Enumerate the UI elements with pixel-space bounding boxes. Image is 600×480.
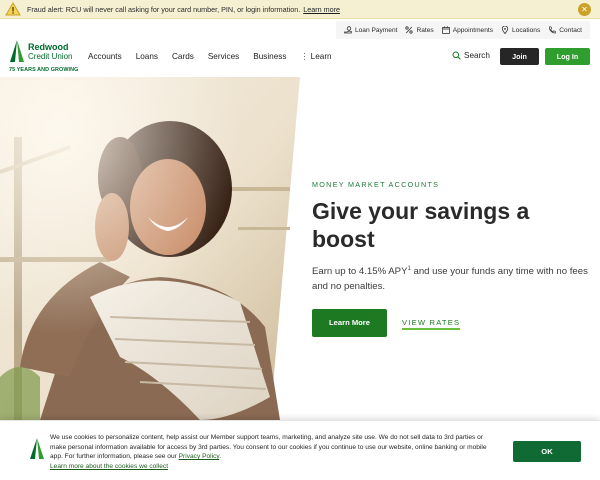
utility-contact-label: Contact (559, 26, 582, 34)
utility-nav: Loan Payment Rates Appointments Location… (335, 21, 590, 39)
logo-name-line2: Credit Union (28, 52, 73, 61)
cookie-period: . (219, 453, 222, 460)
fraud-alert-bar: Fraud alert: RCU will never call asking … (0, 0, 600, 19)
utility-locations[interactable]: Locations (501, 26, 540, 34)
search-button[interactable]: Search (452, 51, 490, 60)
cookie-message: We use cookies to personalize content, h… (50, 434, 487, 460)
search-icon (452, 51, 461, 60)
more-dots-icon: ⋮ (300, 52, 309, 61)
utility-rates[interactable]: Rates (405, 26, 434, 34)
logo-name-line1: Redwood (28, 42, 69, 52)
hand-coin-icon (344, 26, 352, 34)
login-button[interactable]: Log In (545, 48, 590, 65)
nav-loans[interactable]: Loans (136, 52, 158, 61)
utility-loan-payment[interactable]: Loan Payment (344, 26, 398, 34)
logo-tagline: 75 YEARS AND GROWING (9, 67, 79, 73)
redwood-tree-icon (10, 40, 24, 62)
fraud-alert-learn-more-link[interactable]: Learn more (303, 5, 340, 14)
fraud-alert-text: Fraud alert: RCU will never call asking … (27, 5, 340, 14)
utility-locations-label: Locations (512, 26, 541, 34)
close-icon[interactable]: ✕ (578, 3, 591, 16)
view-rates-link[interactable]: VIEW RATES (402, 318, 461, 330)
nav-services[interactable]: Services (208, 52, 239, 61)
search-label: Search (464, 51, 490, 60)
warning-icon (5, 2, 21, 16)
redwood-tree-icon (30, 438, 44, 459)
calendar-icon (441, 26, 450, 34)
main-nav: Accounts Loans Cards Services Business ⋮… (88, 51, 346, 62)
utility-appointments[interactable]: Appointments (441, 26, 494, 34)
redwood-logo[interactable]: Redwood Credit Union 75 YEARS AND GROWIN… (9, 40, 81, 74)
location-pin-icon (501, 26, 509, 34)
utility-contact[interactable]: Contact (548, 26, 582, 34)
phone-icon (549, 26, 557, 34)
hero-photo (0, 77, 300, 420)
utility-loan-payment-label: Loan Payment (354, 26, 398, 34)
utility-rates-label: Rates (416, 26, 434, 34)
nav-learn[interactable]: ⋮ Learn (300, 51, 331, 61)
cookie-banner: We use cookies to personalize content, h… (0, 420, 600, 480)
cookie-text: We use cookies to personalize content, h… (50, 433, 498, 471)
join-button[interactable]: Join (500, 48, 539, 65)
nav-cards[interactable]: Cards (172, 52, 194, 61)
nav-business[interactable]: Business (253, 52, 286, 61)
privacy-policy-link[interactable]: Privacy Policy (179, 453, 220, 460)
cookie-ok-button[interactable]: OK (513, 441, 581, 462)
learn-more-button[interactable]: Learn More (312, 309, 387, 337)
hero-image (0, 77, 300, 420)
utility-appointments-label: Appointments (452, 26, 494, 34)
nav-accounts[interactable]: Accounts (88, 52, 122, 61)
hero-eyebrow: MONEY MARKET ACCOUNTS (312, 180, 440, 189)
hero-headline: Give your savings a boost (312, 198, 530, 252)
hero-subtext-rate: Earn up to 4.15% APY (312, 266, 408, 278)
cookie-learn-more-link[interactable]: Learn more about the cookies we collect (50, 462, 498, 472)
hero-subtext: Earn up to 4.15% APY1 and use your funds… (312, 262, 592, 294)
nav-learn-label: Learn (310, 52, 332, 61)
percent-icon (405, 26, 414, 34)
fraud-alert-message: Fraud alert: RCU will never call asking … (27, 4, 301, 14)
